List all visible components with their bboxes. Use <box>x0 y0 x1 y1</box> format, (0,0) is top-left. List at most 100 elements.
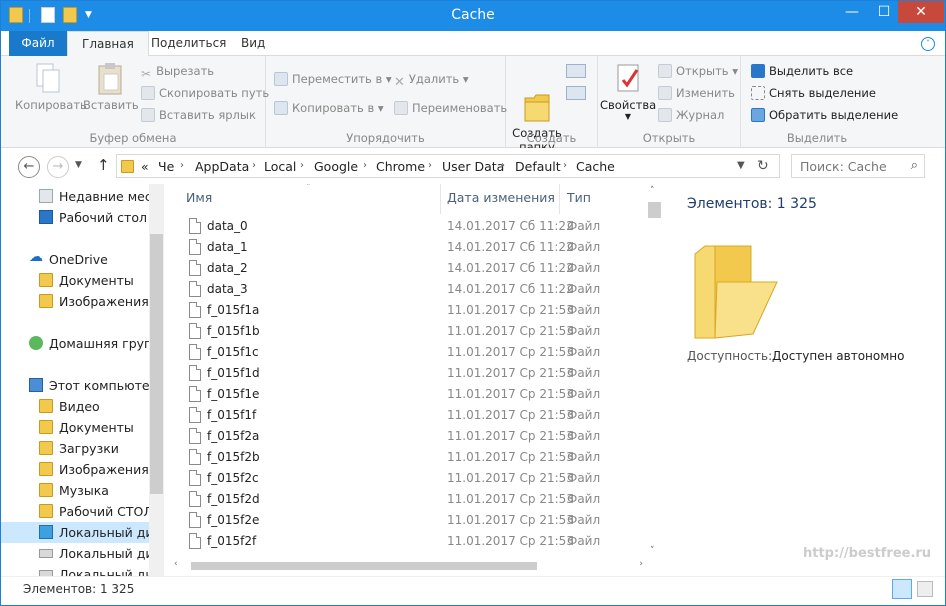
table-row[interactable]: f_015f1f 11.01.2017 Ср 21:53 Файл <box>171 405 641 426</box>
table-row[interactable]: f_015f2e 11.01.2017 Ср 21:53 Файл <box>171 510 641 531</box>
nav-item-video[interactable]: Видео <box>1 396 151 417</box>
breadcrumb-item[interactable]: Google <box>314 159 358 174</box>
table-row[interactable]: data_1 14.01.2017 Сб 11:22 Файл <box>171 237 641 258</box>
move-to-button[interactable]: Переместить в ▾ <box>274 72 392 86</box>
tab-share[interactable]: Поделиться <box>137 31 240 56</box>
table-row[interactable]: f_015f1b 11.01.2017 Ср 21:53 Файл <box>171 321 641 342</box>
nav-scrollbar[interactable] <box>149 184 164 576</box>
nav-scrollbar-thumb[interactable] <box>150 234 163 494</box>
up-arrow-icon[interactable]: ↑ <box>97 156 110 174</box>
recent-locations-icon[interactable]: ▼ <box>75 160 82 170</box>
copy-path-button[interactable]: Скопировать путь <box>141 86 269 100</box>
nav-item-local-disk-c[interactable]: Локальный диск <box>1 522 151 543</box>
nav-item-local-disk[interactable]: Локальный диск <box>1 564 151 576</box>
scroll-right-icon[interactable]: › <box>639 559 643 569</box>
nav-label: Локальный диск <box>59 525 151 540</box>
nav-item-local-disk[interactable]: Локальный диск <box>1 543 151 564</box>
table-row[interactable]: f_015f1a 11.01.2017 Ср 21:53 Файл <box>171 300 641 321</box>
table-row[interactable]: f_015f2b 11.01.2017 Ср 21:53 Файл <box>171 447 641 468</box>
breadcrumb-item[interactable]: Local <box>264 159 296 174</box>
invert-selection-button[interactable]: Обратить выделение <box>751 108 898 122</box>
overflow-chevron-icon[interactable]: « <box>141 159 149 174</box>
forward-button[interactable]: → <box>47 156 69 178</box>
tab-view[interactable]: Вид <box>227 31 279 56</box>
scroll-up-icon[interactable]: ˄ <box>650 186 655 196</box>
breadcrumb-separator-icon[interactable]: › <box>563 160 567 171</box>
table-row[interactable]: data_2 14.01.2017 Сб 11:22 Файл <box>171 258 641 279</box>
rename-button[interactable]: Переименовать <box>394 101 507 115</box>
breadcrumb-separator-icon[interactable]: › <box>180 160 184 171</box>
table-row[interactable]: f_015f2c 11.01.2017 Ср 21:53 Файл <box>171 468 641 489</box>
horizontal-scrollbar-thumb[interactable] <box>191 562 537 570</box>
address-dropdown-icon[interactable]: ▼ <box>737 160 745 171</box>
nav-item-desktop-folder[interactable]: Рабочий СТОЛ <box>1 501 151 522</box>
table-row[interactable]: f_015f2a 11.01.2017 Ср 21:53 Файл <box>171 426 641 447</box>
table-row[interactable]: f_015f1c 11.01.2017 Ср 21:53 Файл <box>171 342 641 363</box>
nav-item-onedrive-images[interactable]: Изображения <box>1 291 151 312</box>
maximize-button[interactable]: ☐ <box>867 1 901 23</box>
easy-access-icon[interactable] <box>566 86 586 100</box>
column-header-name[interactable]: Имя <box>186 190 212 205</box>
table-row[interactable]: data_3 14.01.2017 Сб 11:22 Файл <box>171 279 641 300</box>
breadcrumb-separator-icon[interactable]: › <box>300 160 304 171</box>
properties-button[interactable]: Свойства ▼ <box>600 62 656 121</box>
refresh-icon[interactable]: ↻ <box>757 158 769 174</box>
list-vertical-scrollbar[interactable]: ˄ ˅ <box>647 186 662 556</box>
column-header-date[interactable]: Дата изменения <box>447 190 555 205</box>
nav-item-onedrive-documents[interactable]: Документы <box>1 270 151 291</box>
nav-item-music[interactable]: Музыка <box>1 480 151 501</box>
nav-item-documents[interactable]: Документы <box>1 417 151 438</box>
table-row[interactable]: data_0 14.01.2017 Сб 11:22 Файл <box>171 216 641 237</box>
close-button[interactable]: ✕ <box>898 1 944 23</box>
select-none-button[interactable]: Снять выделение <box>751 86 876 100</box>
address-bar[interactable]: « Че › AppData › Local › Google › Chrome… <box>116 154 780 178</box>
nav-item-homegroup[interactable]: Домашняя группа <box>1 333 151 354</box>
expand-ribbon-icon[interactable]: ˅ <box>921 37 935 51</box>
cut-button[interactable]: ✂ Вырезать <box>141 64 214 81</box>
search-input[interactable]: Поиск: Cache ⌕ <box>791 154 925 178</box>
table-row[interactable]: f_015f1d 11.01.2017 Ср 21:53 Файл <box>171 363 641 384</box>
breadcrumb-item[interactable]: Cache <box>576 159 615 174</box>
breadcrumb-item[interactable]: Chrome <box>376 159 425 174</box>
list-scrollbar-thumb[interactable] <box>648 202 661 218</box>
new-item-icon[interactable] <box>566 64 586 78</box>
copy-to-button[interactable]: Копировать в ▾ <box>274 101 384 115</box>
column-divider[interactable] <box>440 184 441 214</box>
breadcrumb-item[interactable]: Че <box>158 159 174 174</box>
nav-item-recent[interactable]: Недавние места <box>1 186 151 207</box>
edit-button[interactable]: Изменить <box>658 86 735 100</box>
scroll-left-icon[interactable]: ‹ <box>174 559 178 569</box>
minimize-button[interactable]: — <box>835 1 869 23</box>
open-button[interactable]: Открыть ▾ <box>658 64 738 78</box>
copy-button[interactable]: Копировать <box>15 62 87 112</box>
large-icons-view-button[interactable] <box>917 581 933 597</box>
nav-item-onedrive[interactable]: ☁ OneDrive <box>1 249 151 270</box>
tab-file[interactable]: Файл <box>9 31 67 56</box>
breadcrumb-item[interactable]: Default <box>515 159 561 174</box>
file-icon <box>189 365 201 381</box>
nav-item-images[interactable]: Изображения <box>1 459 151 480</box>
back-button[interactable]: ← <box>18 156 40 178</box>
breadcrumb-item[interactable]: AppData <box>195 159 249 174</box>
paste-button[interactable]: Вставить <box>83 62 139 112</box>
history-button[interactable]: Журнал <box>658 108 724 122</box>
breadcrumb-separator-icon[interactable]: › <box>363 160 367 171</box>
table-row[interactable]: f_015f2d 11.01.2017 Ср 21:53 Файл <box>171 489 641 510</box>
breadcrumb-separator-icon[interactable]: › <box>501 160 505 171</box>
nav-item-this-pc[interactable]: Этот компьютер <box>1 375 151 396</box>
select-all-button[interactable]: Выделить все <box>751 64 853 78</box>
table-row[interactable]: f_015f2f 11.01.2017 Ср 21:53 Файл <box>171 531 641 552</box>
details-view-button[interactable] <box>892 579 912 599</box>
nav-item-downloads[interactable]: Загрузки <box>1 438 151 459</box>
nav-item-desktop[interactable]: Рабочий стол <box>1 207 151 228</box>
breadcrumb-separator-icon[interactable]: › <box>428 160 432 171</box>
column-header-type[interactable]: Тип <box>567 190 591 205</box>
scroll-down-icon[interactable]: ˅ <box>650 546 655 556</box>
breadcrumb-item[interactable]: User Data <box>442 159 504 174</box>
column-divider[interactable] <box>559 184 560 214</box>
table-row[interactable]: f_015f1e 11.01.2017 Ср 21:53 Файл <box>171 384 641 405</box>
list-horizontal-scrollbar[interactable]: ‹ › <box>171 556 647 576</box>
delete-button[interactable]: ✕ Удалить ▾ <box>394 72 469 90</box>
paste-shortcut-button[interactable]: Вставить ярлык <box>141 108 256 122</box>
breadcrumb-separator-icon[interactable]: › <box>252 160 256 171</box>
